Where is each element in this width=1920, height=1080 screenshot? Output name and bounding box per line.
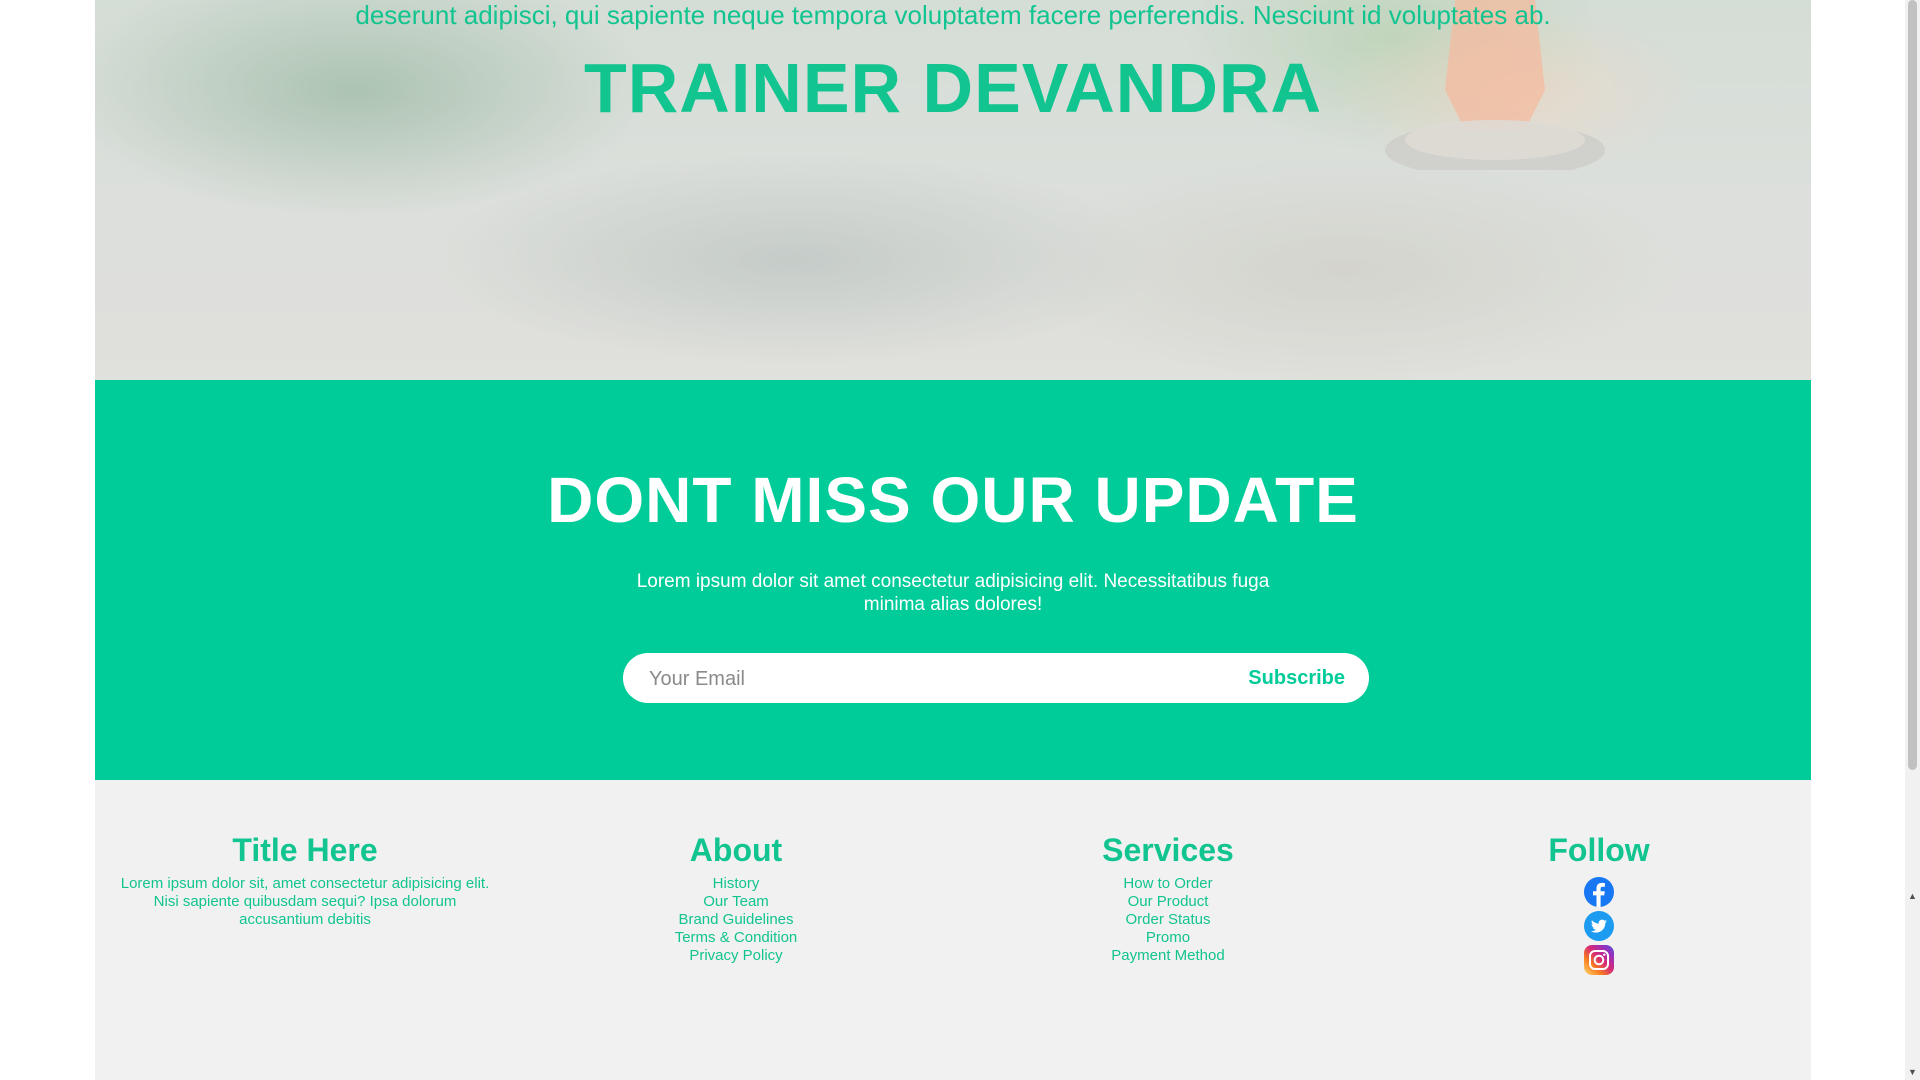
facebook-icon[interactable]	[1584, 877, 1614, 907]
link-our-product[interactable]: Our Product	[1128, 893, 1209, 910]
newsletter-section: DONT MISS OUR UPDATE Lorem ipsum dolor s…	[95, 380, 1811, 780]
social-icons	[1389, 875, 1809, 977]
footer-column-about: About History Our Team Brand Guidelines …	[526, 830, 946, 965]
newsletter-description: Lorem ipsum dolor sit amet consectetur a…	[636, 571, 1270, 615]
instagram-icon[interactable]	[1584, 945, 1614, 975]
vertical-scrollbar[interactable]: ▲ ▼	[1905, 0, 1920, 1080]
link-privacy-policy[interactable]: Privacy Policy	[689, 947, 782, 964]
about-title: About	[689, 832, 783, 868]
hero-section: deserunt adipisci, qui sapiente neque te…	[95, 0, 1811, 380]
footer-column-follow: Follow	[1389, 830, 1809, 977]
scroll-down-arrow-icon[interactable]: ▼	[1907, 1066, 1918, 1078]
footer-column-title-here: Title Here Lorem ipsum dolor sit, amet c…	[95, 830, 515, 929]
footer-column-services: Services How to Order Our Product Order …	[958, 830, 1378, 965]
link-promo[interactable]: Promo	[1146, 929, 1190, 946]
link-history[interactable]: History	[713, 875, 760, 892]
services-links: How to Order Our Product Order Status Pr…	[958, 875, 1378, 965]
link-how-to-order[interactable]: How to Order	[1123, 875, 1212, 892]
newsletter-title: DONT MISS OUR UPDATE	[547, 464, 1359, 536]
twitter-icon[interactable]	[1584, 911, 1614, 941]
footer-column-text: Lorem ipsum dolor sit, amet consectetur …	[120, 875, 490, 928]
link-terms-condition[interactable]: Terms & Condition	[675, 929, 798, 946]
services-title: Services	[1102, 832, 1234, 868]
link-payment-method[interactable]: Payment Method	[1111, 947, 1224, 964]
scrollbar-thumb[interactable]	[1908, 0, 1917, 770]
trainer-name: TRAINER DEVANDRA	[583, 49, 1323, 127]
subscribe-form: Subscribe	[623, 653, 1369, 703]
link-order-status[interactable]: Order Status	[1125, 911, 1210, 928]
email-input[interactable]	[647, 663, 1211, 695]
about-links: History Our Team Brand Guidelines Terms …	[526, 875, 946, 965]
follow-title: Follow	[1548, 832, 1650, 868]
link-brand-guidelines[interactable]: Brand Guidelines	[678, 911, 793, 928]
subscribe-button[interactable]: Subscribe	[1248, 663, 1345, 693]
hero-paragraph: deserunt adipisci, qui sapiente neque te…	[355, 0, 1551, 30]
link-our-team[interactable]: Our Team	[703, 893, 769, 910]
scroll-up-arrow-icon[interactable]: ▲	[1907, 890, 1918, 902]
page: deserunt adipisci, qui sapiente neque te…	[95, 0, 1811, 1080]
footer-column-title: Title Here	[232, 832, 378, 868]
